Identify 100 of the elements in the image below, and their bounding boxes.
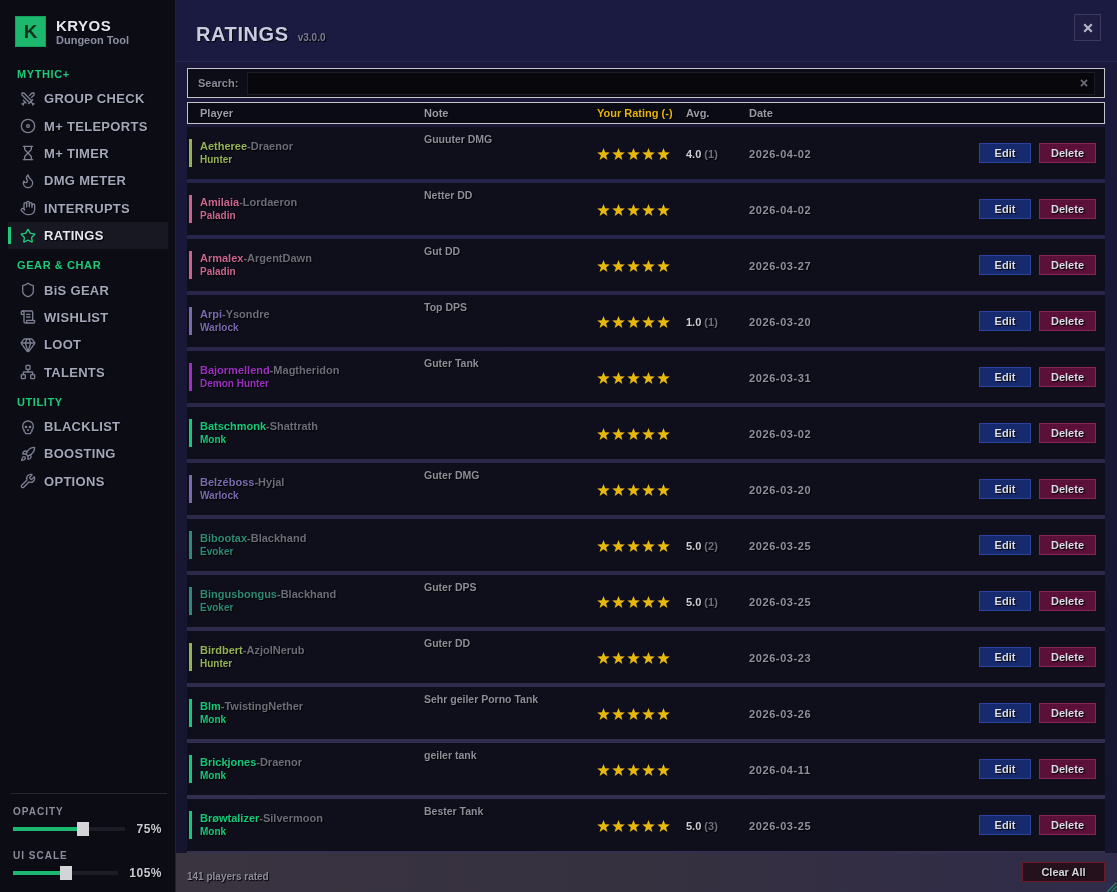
nav-item[interactable]: GROUP CHECK bbox=[8, 85, 168, 113]
flame-icon bbox=[20, 172, 36, 189]
edit-button[interactable]: Edit bbox=[979, 479, 1031, 499]
resize-grip-icon[interactable] bbox=[1105, 880, 1117, 892]
search-label: Search: bbox=[198, 77, 239, 89]
nav-item[interactable]: RATINGS bbox=[8, 221, 168, 250]
star-icon bbox=[612, 428, 625, 440]
delete-button[interactable]: Delete bbox=[1039, 311, 1096, 331]
column-header[interactable]: Player bbox=[200, 107, 234, 119]
delete-button[interactable]: Delete bbox=[1039, 199, 1096, 219]
star-icon bbox=[612, 260, 625, 272]
edit-button[interactable]: Edit bbox=[979, 815, 1031, 835]
nav-item[interactable]: DMG METER bbox=[8, 167, 168, 195]
star-icon bbox=[597, 428, 610, 440]
slider-thumb[interactable] bbox=[77, 822, 90, 836]
slider-value: 75% bbox=[136, 822, 162, 836]
hand-icon bbox=[20, 200, 36, 217]
nav-item[interactable]: INTERRUPTS bbox=[8, 194, 168, 222]
rating-date: 2026-03-25 bbox=[749, 540, 812, 552]
slider-label: OPACITY bbox=[13, 805, 64, 819]
player-name: Arpi-Ysondre bbox=[200, 307, 270, 321]
clear-search-button[interactable] bbox=[1080, 79, 1088, 87]
average-rating: 4.0 (1) bbox=[686, 148, 718, 160]
slider-track[interactable] bbox=[13, 866, 119, 880]
rating-date: 2026-03-27 bbox=[749, 260, 812, 272]
star-icon bbox=[627, 540, 640, 552]
delete-button[interactable]: Delete bbox=[1039, 535, 1096, 555]
slider-thumb[interactable] bbox=[59, 866, 72, 880]
edit-button[interactable]: Edit bbox=[979, 647, 1031, 667]
delete-button[interactable]: Delete bbox=[1039, 367, 1096, 387]
star-icon bbox=[657, 372, 670, 384]
edit-button[interactable]: Edit bbox=[979, 703, 1031, 723]
player-note: Guuuter DMG bbox=[424, 133, 493, 146]
swords-icon bbox=[20, 90, 36, 107]
search-field[interactable] bbox=[247, 71, 1095, 95]
nav-item[interactable]: M+ TELEPORTS bbox=[8, 112, 168, 140]
nav-item[interactable]: LOOT bbox=[8, 331, 168, 359]
player-class: Evoker bbox=[200, 545, 234, 559]
delete-button[interactable]: Delete bbox=[1039, 647, 1096, 667]
nav-item[interactable]: OPTIONS bbox=[8, 467, 168, 496]
delete-button[interactable]: Delete bbox=[1039, 703, 1096, 723]
nav-item[interactable]: BOOSTING bbox=[8, 440, 168, 468]
edit-button[interactable]: Edit bbox=[979, 143, 1031, 163]
column-header[interactable]: Note bbox=[424, 107, 449, 119]
close-button[interactable] bbox=[1074, 14, 1101, 41]
star-icon bbox=[642, 316, 655, 328]
star-icon bbox=[597, 260, 610, 272]
column-header[interactable]: Avg. bbox=[686, 107, 710, 119]
rated-count: 141 players rated bbox=[187, 871, 269, 882]
delete-button[interactable]: Delete bbox=[1039, 591, 1096, 611]
star-icon bbox=[657, 652, 670, 664]
delete-button[interactable]: Delete bbox=[1039, 479, 1096, 499]
player-name: Brickjones-Draenor bbox=[200, 755, 303, 769]
star-icon bbox=[642, 652, 655, 664]
star-icon bbox=[627, 484, 640, 496]
slider-value: 105% bbox=[129, 866, 162, 880]
delete-button[interactable]: Delete bbox=[1039, 255, 1096, 275]
delete-button[interactable]: Delete bbox=[1039, 143, 1096, 163]
nav-item[interactable]: TALENTS bbox=[8, 358, 168, 386]
delete-button[interactable]: Delete bbox=[1039, 815, 1096, 835]
average-rating: 5.0 (3) bbox=[686, 820, 718, 832]
edit-button[interactable]: Edit bbox=[979, 255, 1031, 275]
star-icon bbox=[627, 260, 640, 272]
star-icon bbox=[627, 316, 640, 328]
clear-all-button[interactable]: Clear All bbox=[1022, 861, 1105, 882]
delete-button[interactable]: Delete bbox=[1039, 759, 1096, 779]
wrench-icon bbox=[20, 473, 36, 490]
edit-button[interactable]: Edit bbox=[979, 423, 1031, 443]
edit-button[interactable]: Edit bbox=[979, 591, 1031, 611]
delete-button[interactable]: Delete bbox=[1039, 423, 1096, 443]
column-header[interactable]: Your Rating (-) bbox=[597, 107, 673, 119]
nav-item[interactable]: M+ TIMER bbox=[8, 139, 168, 168]
star-icon bbox=[612, 708, 625, 720]
nav-item[interactable]: WISHLIST bbox=[8, 303, 168, 332]
star-icon bbox=[612, 652, 625, 664]
edit-button[interactable]: Edit bbox=[979, 759, 1031, 779]
gem-icon bbox=[20, 336, 36, 353]
player-note: Sehr geiler Porno Tank bbox=[424, 693, 539, 706]
star-icon bbox=[627, 428, 640, 440]
column-header[interactable]: Date bbox=[749, 107, 773, 119]
star-icon bbox=[642, 204, 655, 216]
star-icon bbox=[612, 596, 625, 608]
player-class: Paladin bbox=[200, 209, 236, 223]
edit-button[interactable]: Edit bbox=[979, 535, 1031, 555]
player-note: Netter DD bbox=[424, 189, 473, 202]
star-icon bbox=[627, 148, 640, 160]
nav-item[interactable]: BLACKLIST bbox=[8, 412, 168, 441]
edit-button[interactable]: Edit bbox=[979, 199, 1031, 219]
star-icon bbox=[612, 316, 625, 328]
star-icon bbox=[657, 260, 670, 272]
nav-item[interactable]: BiS GEAR bbox=[8, 276, 168, 304]
star-icon bbox=[657, 708, 670, 720]
close-icon bbox=[1082, 22, 1093, 33]
player-class: Monk bbox=[200, 433, 227, 447]
slider-track[interactable] bbox=[13, 822, 126, 836]
rating-date: 2026-03-20 bbox=[749, 484, 812, 496]
edit-button[interactable]: Edit bbox=[979, 367, 1031, 387]
star-icon bbox=[597, 372, 610, 384]
edit-button[interactable]: Edit bbox=[979, 311, 1031, 331]
player-note: Guter Tank bbox=[424, 357, 479, 370]
